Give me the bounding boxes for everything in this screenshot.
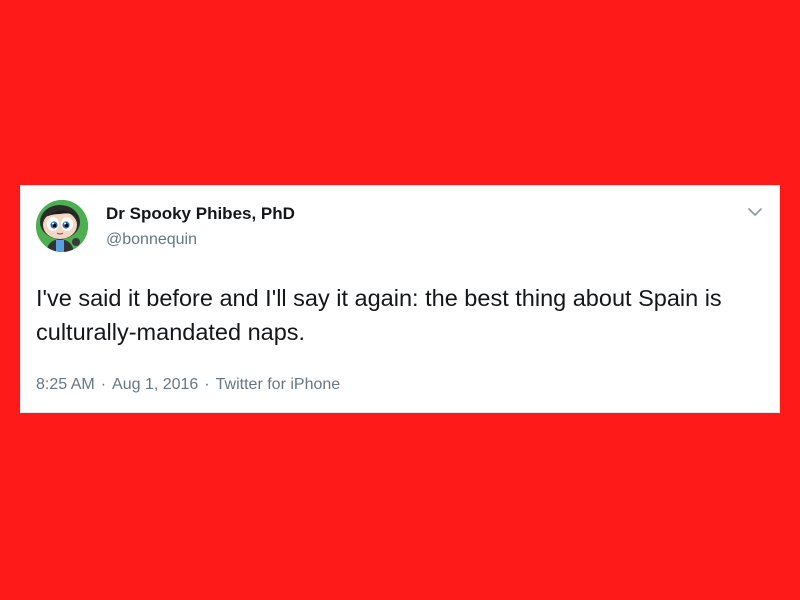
user-handle[interactable]: @bonnequin: [106, 231, 197, 249]
avatar-image: [36, 200, 88, 252]
tweet-time[interactable]: 8:25 AM: [36, 376, 95, 393]
tweet-date[interactable]: Aug 1, 2016: [112, 376, 198, 393]
avatar[interactable]: [36, 200, 88, 252]
chevron-down-icon[interactable]: [745, 202, 765, 222]
tweet-card: Dr Spooky Phibes, PhD @bonnequin I've sa…: [20, 185, 780, 413]
tweet-meta: 8:25 AM · Aug 1, 2016 · Twitter for iPhone: [36, 376, 340, 394]
display-name[interactable]: Dr Spooky Phibes, PhD: [106, 204, 295, 224]
separator: ·: [204, 376, 210, 393]
tweet-source[interactable]: Twitter for iPhone: [216, 376, 341, 393]
tweet-text: I've said it before and I'll say it agai…: [36, 285, 722, 345]
separator: ·: [100, 376, 107, 393]
